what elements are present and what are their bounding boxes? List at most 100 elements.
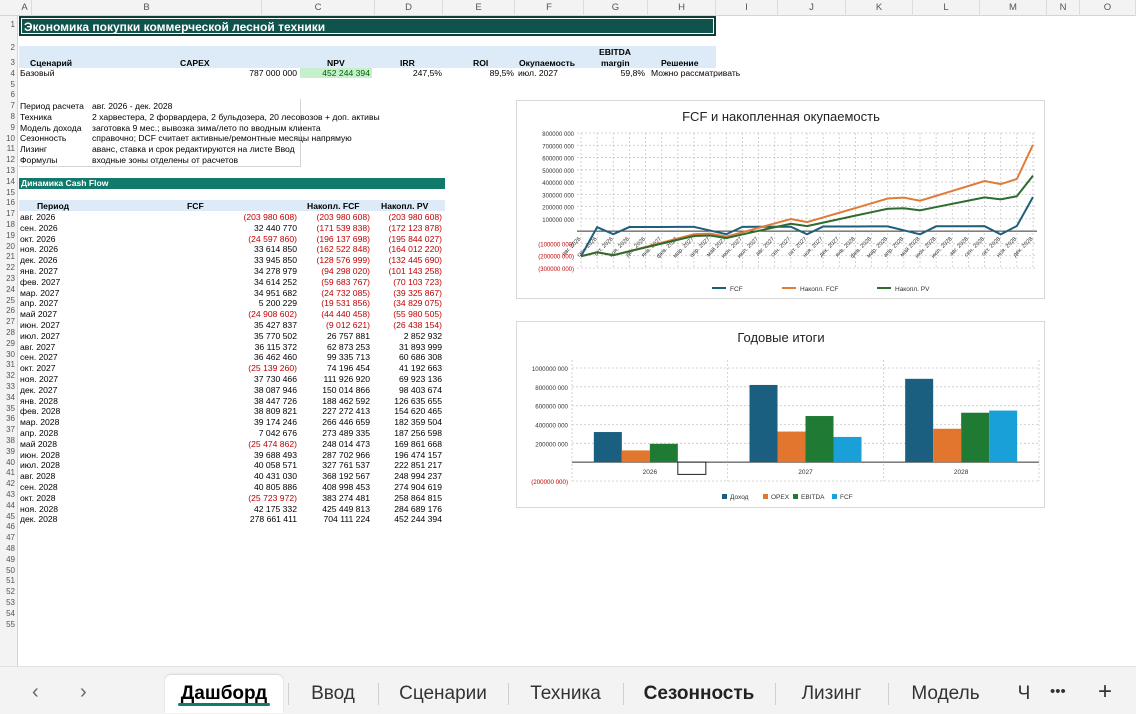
add-sheet-button[interactable]: + [1098,680,1112,704]
sheet-tab[interactable]: Модель [893,675,998,713]
cf-cum-pv[interactable]: 222 851 217 [372,460,442,470]
cf-cum-pv[interactable]: (55 980 505) [372,309,442,319]
prev-sheet-button[interactable]: ‹ [32,681,39,703]
row-header[interactable]: 2 [0,43,18,52]
row-header[interactable]: 52 [0,587,18,596]
row-header[interactable]: 16 [0,198,18,207]
kpi-irr[interactable]: 247,5% [375,68,442,78]
row-header[interactable]: 1 [0,20,18,29]
cf-cum-pv[interactable]: 41 192 663 [372,363,442,373]
param-value[interactable]: аванс, ставка и срок редактируются на ли… [92,144,295,154]
row-header[interactable]: 6 [0,90,18,99]
cf-cum-fcf[interactable]: 287 702 966 [300,450,370,460]
cf-cum-fcf[interactable]: 248 014 473 [300,439,370,449]
cf-cum-fcf[interactable]: 273 489 335 [300,428,370,438]
next-sheet-button[interactable]: › [80,681,87,703]
cf-cum-pv[interactable]: (172 123 878) [372,223,442,233]
cf-cum-pv[interactable]: 248 994 237 [372,471,442,481]
cf-fcf[interactable]: 38 809 821 [200,406,297,416]
cf-period[interactable]: окт. 2027 [20,363,56,373]
bar[interactable] [805,416,834,463]
fcf-payback-chart[interactable]: FCF и накопленная окупаемость 800000 000 7… [516,100,1045,299]
row-header[interactable]: 48 [0,544,18,553]
row-header[interactable]: 28 [0,328,18,337]
cf-cum-fcf[interactable]: (203 980 608) [300,212,370,222]
cf-fcf[interactable]: 40 805 886 [200,482,297,492]
row-header[interactable]: 11 [0,144,18,153]
cf-fcf[interactable]: 32 440 770 [200,223,297,233]
sheet-tab[interactable]: Лизинг [780,675,883,713]
kpi-header-ebitda-margin[interactable]: margin [601,58,630,68]
row-header[interactable]: 50 [0,566,18,575]
cf-cum-fcf[interactable]: 408 998 453 [300,482,370,492]
row-header[interactable]: 19 [0,231,18,240]
cashflow-section-title[interactable]: Динамика Cash Flow [19,178,445,189]
cf-period[interactable]: сен. 2027 [20,352,58,362]
cf-cum-pv[interactable]: 2 852 932 [372,331,442,341]
row-header[interactable]: 7 [0,101,18,110]
row-header[interactable]: 5 [0,80,18,89]
kpi-header-roi[interactable]: ROI [473,58,488,68]
row-header[interactable]: 53 [0,598,18,607]
cf-fcf[interactable]: 34 614 252 [200,277,297,287]
cf-fcf[interactable]: 38 447 726 [200,396,297,406]
kpi-npv[interactable]: 452 244 394 [300,68,370,78]
row-header[interactable]: 3 [0,58,18,67]
cf-period[interactable]: сен. 2028 [20,482,58,492]
cf-cum-fcf[interactable]: 383 274 481 [300,493,370,503]
cf-cum-pv[interactable]: (26 438 154) [372,320,442,330]
cf-cum-pv[interactable]: 274 904 619 [372,482,442,492]
cf-cum-pv[interactable]: (70 103 723) [372,277,442,287]
column-header[interactable]: O [1080,0,1136,16]
bar[interactable] [933,428,962,463]
cf-period[interactable]: июл. 2027 [20,331,60,341]
row-header[interactable]: 54 [0,609,18,618]
row-header[interactable]: 14 [0,177,18,186]
cf-period[interactable]: май 2028 [20,439,57,449]
sheet-tab[interactable]: Сценарии [383,675,503,713]
cf-fcf[interactable]: 34 278 979 [200,266,297,276]
cf-cum-fcf[interactable]: (44 440 458) [300,309,370,319]
cf-cum-fcf[interactable]: 99 335 713 [300,352,370,362]
cf-fcf[interactable]: 36 115 372 [200,342,297,352]
column-header[interactable]: I [716,0,778,16]
cf-cum-fcf[interactable]: (196 137 698) [300,234,370,244]
row-header[interactable]: 39 [0,447,18,456]
row-header[interactable]: 32 [0,371,18,380]
cf-cum-fcf[interactable]: (59 683 767) [300,277,370,287]
param-label[interactable]: Модель дохода [20,123,82,133]
row-header[interactable]: 27 [0,317,18,326]
cf-fcf[interactable]: 7 042 676 [200,428,297,438]
row-header[interactable]: 42 [0,479,18,488]
cf-fcf[interactable]: 35 427 837 [200,320,297,330]
cf-header-cum-pv[interactable]: Накопл. PV [381,201,428,211]
bar[interactable] [593,432,622,463]
kpi-payback[interactable]: июл. 2027 [518,68,558,78]
row-header[interactable]: 13 [0,166,18,175]
bar[interactable] [905,378,934,463]
cf-cum-fcf[interactable]: 425 449 813 [300,504,370,514]
column-header[interactable]: C [262,0,375,16]
cf-period[interactable]: апр. 2027 [20,298,58,308]
cf-period[interactable]: фев. 2027 [20,277,60,287]
cf-period[interactable]: июн. 2027 [20,320,60,330]
cf-period[interactable]: ноя. 2026 [20,244,58,254]
cf-cum-fcf[interactable]: 227 272 413 [300,406,370,416]
cf-period[interactable]: янв. 2027 [20,266,58,276]
cf-fcf[interactable]: (25 723 972) [200,493,297,503]
cf-fcf[interactable]: (25 139 260) [200,363,297,373]
kpi-header-irr[interactable]: IRR [400,58,415,68]
cf-cum-fcf[interactable]: 26 757 881 [300,331,370,341]
cf-cum-pv[interactable]: 126 635 655 [372,396,442,406]
cf-period[interactable]: сен. 2026 [20,223,58,233]
column-header[interactable]: G [584,0,648,16]
cf-cum-pv[interactable]: 60 686 308 [372,352,442,362]
row-header[interactable]: 20 [0,242,18,251]
cf-period[interactable]: май 2027 [20,309,57,319]
kpi-roi[interactable]: 89,5% [445,68,514,78]
param-value[interactable]: справочно; DCF считает активные/ремонтны… [92,133,352,143]
cf-fcf[interactable]: 34 951 682 [200,288,297,298]
cf-period[interactable]: дек. 2028 [20,514,57,524]
kpi-decision[interactable]: Можно рассматривать [651,68,740,78]
cf-cum-fcf[interactable]: 111 926 920 [300,374,370,384]
